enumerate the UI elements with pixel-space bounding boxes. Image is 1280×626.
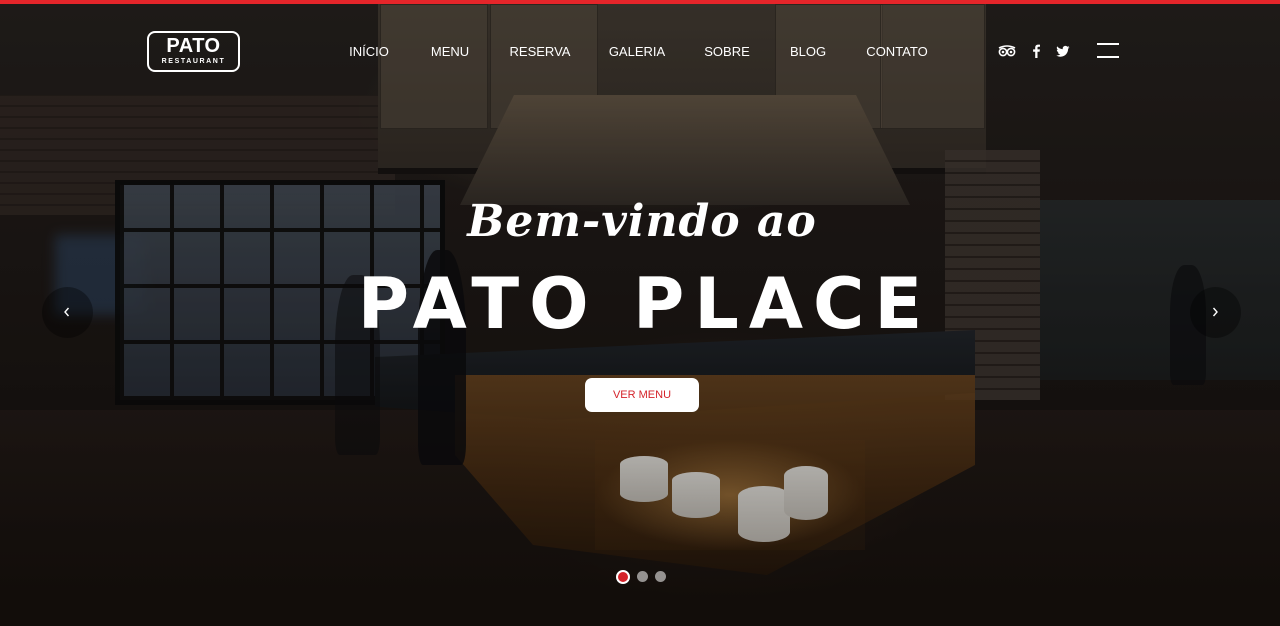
chevron-left-icon	[64, 307, 70, 317]
hero-title: PATO PLACE	[357, 263, 933, 345]
nav-item-menu[interactable]: MENU	[431, 44, 469, 60]
nav-item-reserva[interactable]: RESERVA	[510, 44, 571, 60]
hamburger-menu-icon[interactable]	[1097, 43, 1119, 58]
slider-dot-2[interactable]	[637, 571, 648, 582]
hero-section: PATO RESTAURANT INÍCIO MENU RESERVA GALE…	[0, 0, 1280, 626]
nav-item-blog[interactable]: BLOG	[790, 44, 826, 60]
top-accent-bar	[0, 0, 1280, 4]
slider-dot-3[interactable]	[655, 571, 666, 582]
slider-prev-button[interactable]	[42, 287, 93, 338]
nav-item-sobre[interactable]: SOBRE	[704, 44, 750, 60]
tripadvisor-icon[interactable]	[998, 42, 1016, 60]
twitter-icon[interactable]	[1056, 42, 1070, 60]
chevron-right-icon	[1212, 307, 1218, 317]
slider-dot-1[interactable]	[616, 570, 630, 584]
nav-item-inicio[interactable]: INÍCIO	[349, 44, 389, 60]
slider-pagination	[0, 570, 1280, 584]
slider-next-button[interactable]	[1190, 287, 1241, 338]
main-nav: INÍCIO MENU RESERVA GALERIA SOBRE BLOG C…	[0, 44, 1280, 60]
hero-welcome-text: Bem-vindo ao	[467, 196, 817, 247]
facebook-icon[interactable]	[1031, 42, 1041, 60]
view-menu-button[interactable]: VER MENU	[585, 378, 699, 412]
nav-item-contato[interactable]: CONTATO	[866, 44, 927, 60]
nav-item-galeria[interactable]: GALERIA	[609, 44, 665, 60]
